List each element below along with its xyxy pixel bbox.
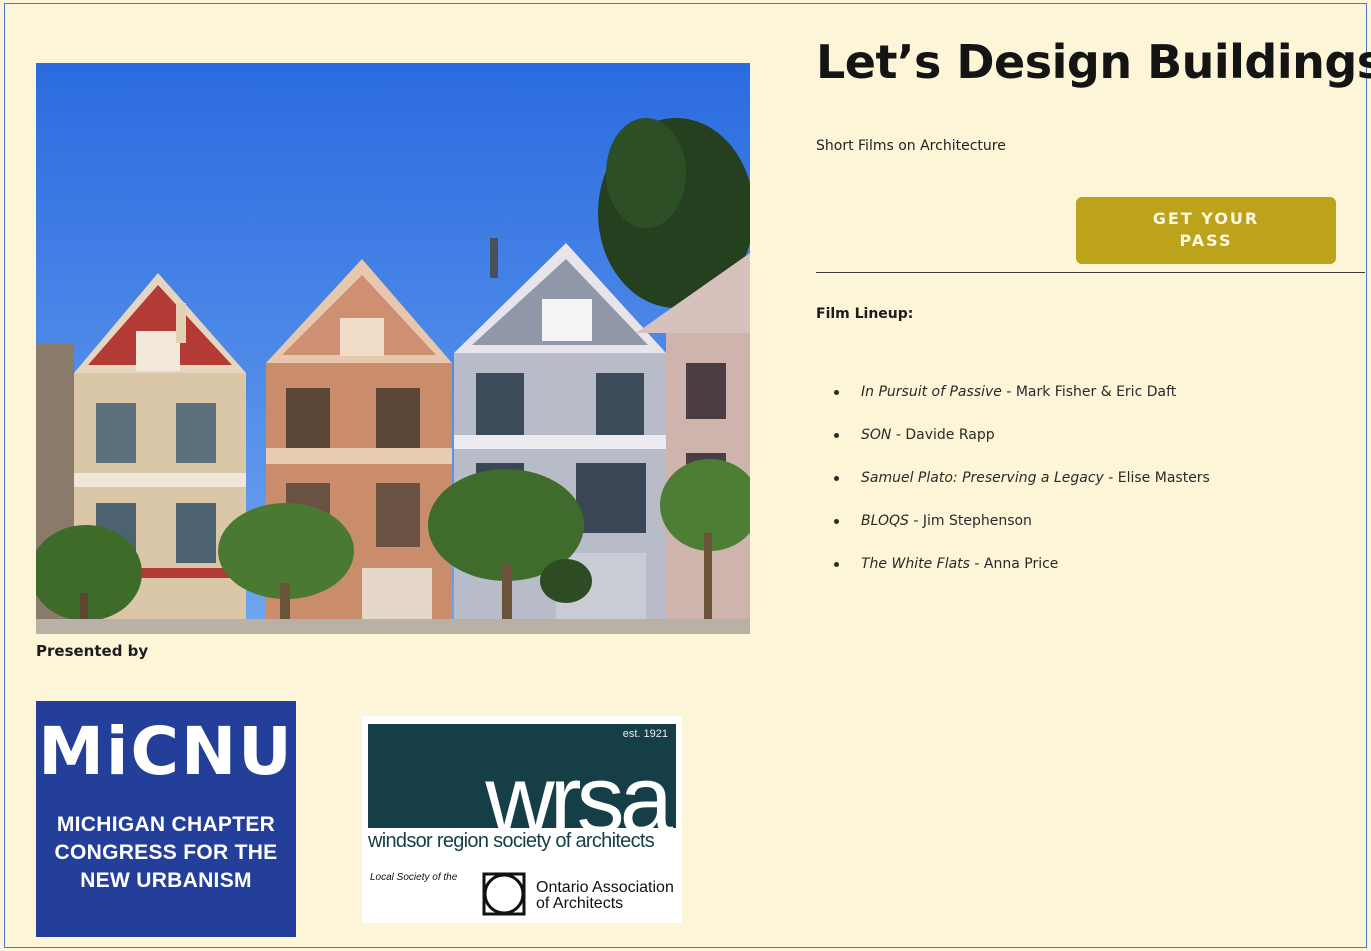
film-separator: - <box>1001 384 1016 400</box>
pass-button-line2: PASS <box>1179 231 1233 250</box>
film-credit: Davide Rapp <box>905 427 995 443</box>
section-divider <box>816 272 1365 273</box>
film-title: SON <box>861 427 892 443</box>
film-list-item: Samuel Plato: Preserving a Legacy - Elis… <box>834 466 1210 509</box>
film-credit: Anna Price <box>983 556 1059 572</box>
film-list-item: In Pursuit of Passive - Mark Fisher & Er… <box>834 380 1210 423</box>
micnu-line1: MICHIGAN CHAPTER <box>56 813 276 836</box>
micnu-acronym: MiCNU <box>38 713 294 790</box>
oaa-line2: of Architects <box>536 895 624 912</box>
micnu-logo: MiCNU MICHIGAN CHAPTER CONGRESS FOR THE … <box>36 701 296 937</box>
oaa-line1: Ontario Association <box>536 879 674 896</box>
bullet-icon <box>834 476 839 481</box>
hero-image-painted-ladies <box>36 63 750 634</box>
presented-by-label: Presented by <box>36 642 149 660</box>
micnu-line2: CONGRESS FOR THE <box>54 841 278 864</box>
film-credit: Jim Stephenson <box>922 513 1032 529</box>
film-title: The White Flats <box>861 556 970 572</box>
film-separator: - <box>969 556 984 572</box>
bullet-icon <box>834 562 839 567</box>
wrsa-local-society-text: Local Society of the <box>370 872 458 883</box>
bullet-icon <box>834 433 839 438</box>
film-separator: - <box>891 427 906 443</box>
oaa-name: Ontario Association of Architects <box>536 880 674 912</box>
bullet-icon <box>834 390 839 395</box>
wrsa-est-text: est. 1921 <box>622 728 668 740</box>
micnu-line3: NEW URBANISM <box>80 869 252 892</box>
film-title: Samuel Plato: Preserving a Legacy <box>861 470 1104 486</box>
film-lineup-heading: Film Lineup: <box>816 306 914 322</box>
film-list-item: SON - Davide Rapp <box>834 423 1210 466</box>
film-credit: Elise Masters <box>1117 470 1210 486</box>
oaa-square-circle-icon <box>482 872 526 920</box>
film-title: BLOQS <box>861 513 909 529</box>
film-separator: - <box>908 513 923 529</box>
film-list: In Pursuit of Passive - Mark Fisher & Er… <box>834 380 1210 595</box>
page-title: Let’s Design Buildings <box>816 35 1371 89</box>
wrsa-logo: est. 1921 wrsa windsor region society of… <box>362 716 682 923</box>
pass-button-line1: GET YOUR <box>1152 209 1260 228</box>
film-list-item: BLOQS - Jim Stephenson <box>834 509 1210 552</box>
page-subtitle: Short Films on Architecture <box>816 138 1006 154</box>
film-separator: - <box>1103 470 1118 486</box>
wrsa-full-name: windsor region society of architects <box>368 828 678 853</box>
bullet-icon <box>834 519 839 524</box>
film-title: In Pursuit of Passive <box>861 384 1002 400</box>
get-your-pass-button[interactable]: GET YOUR PASS <box>1076 197 1336 264</box>
film-credit: Mark Fisher & Eric Daft <box>1015 384 1177 400</box>
film-list-item: The White Flats - Anna Price <box>834 552 1210 595</box>
